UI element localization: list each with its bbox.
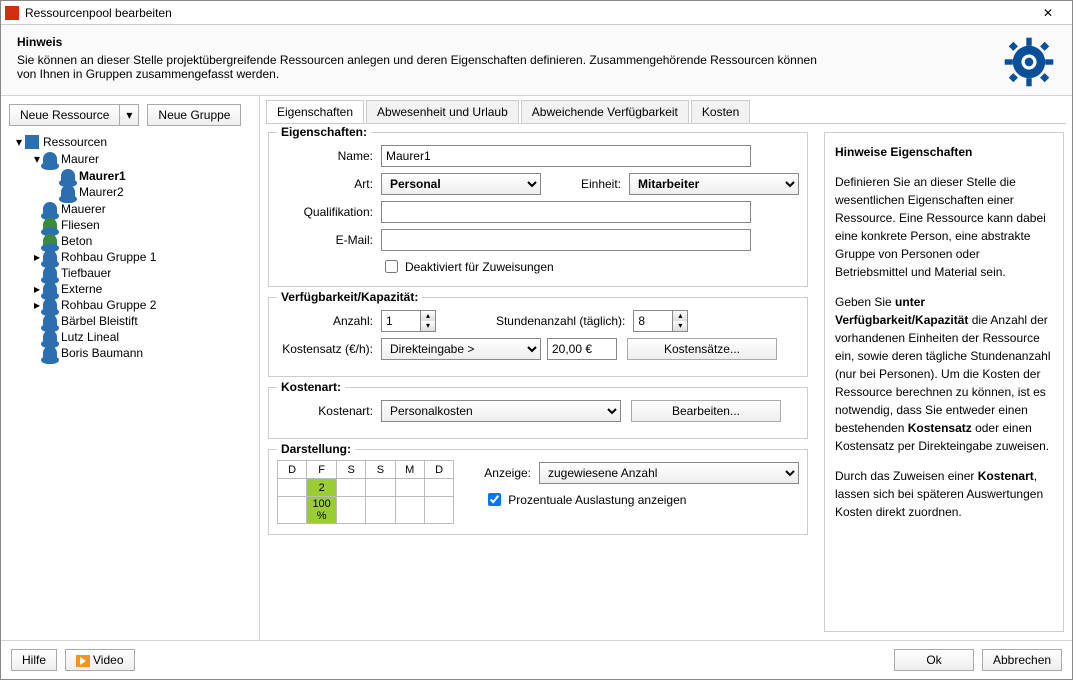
new-resource-button[interactable]: Neue Ressource <box>9 104 119 126</box>
btn-kostensaetze[interactable]: Kostensätze... <box>627 338 777 360</box>
cancel-button[interactable]: Abbrechen <box>982 649 1062 671</box>
tree-item[interactable]: Bärbel Bleistift <box>61 314 138 328</box>
section-kostenart: Kostenart: Kostenart: Personalkosten Bea… <box>268 387 808 439</box>
app-icon <box>5 6 19 20</box>
lbl-email: E-Mail: <box>277 233 373 247</box>
section-kapazitaet: Verfügbarkeit/Kapazität: Anzahl: ▴▾ Stun… <box>268 297 808 377</box>
chk-prozent[interactable] <box>488 493 501 506</box>
spinner-anzahl[interactable]: ▴▾ <box>421 310 436 332</box>
tab-eigenschaften[interactable]: Eigenschaften <box>266 100 364 123</box>
select-kostensatz-mode[interactable]: Direkteingabe > <box>381 338 541 360</box>
section-eigenschaften: Eigenschaften: Name: Art: Personal Einhe… <box>268 132 808 287</box>
tab-verfuegbarkeit[interactable]: Abweichende Verfügbarkeit <box>521 100 689 123</box>
new-resource-dropdown[interactable]: ▾ <box>119 104 139 126</box>
lbl-anzeige: Anzeige: <box>484 466 531 480</box>
tree-item[interactable]: Tiefbauer <box>61 266 111 280</box>
lbl-qualifikation: Qualifikation: <box>277 205 373 219</box>
close-icon[interactable]: ✕ <box>1028 6 1068 20</box>
person-icon <box>43 330 57 344</box>
video-button[interactable]: Video <box>65 649 134 671</box>
help-panel: Hinweise Eigenschaften Definieren Sie an… <box>824 132 1064 632</box>
select-anzeige[interactable]: zugewiesene Anzahl <box>539 462 799 484</box>
tree-item[interactable]: Rohbau Gruppe 2 <box>61 298 156 312</box>
lbl-prozent: Prozentuale Auslastung anzeigen <box>508 493 686 507</box>
person-icon <box>43 250 57 264</box>
tree-item[interactable]: Fliesen <box>61 218 100 232</box>
tree-item[interactable]: Externe <box>61 282 102 296</box>
tree-root[interactable]: Ressourcen <box>43 135 107 149</box>
header-heading: Hinweis <box>17 35 1056 49</box>
person-icon <box>43 202 57 216</box>
chk-deaktiviert[interactable] <box>385 260 398 273</box>
resource-tree[interactable]: ▾Ressourcen ▾Maurer Maurer1 Maurer2 Maue… <box>1 134 259 362</box>
lbl-name: Name: <box>277 149 373 163</box>
input-stunden[interactable] <box>633 310 673 332</box>
window-title: Ressourcenpool bearbeiten <box>25 6 172 20</box>
section-darstellung: Darstellung: DFSSMD 2 100 % <box>268 449 808 535</box>
play-icon <box>76 655 90 667</box>
select-kostenart[interactable]: Personalkosten <box>381 400 621 422</box>
help-p1: Definieren Sie an dieser Stelle die wese… <box>835 173 1053 281</box>
material-icon <box>43 234 57 248</box>
lbl-art: Art: <box>277 177 373 191</box>
tree-item[interactable]: Rohbau Gruppe 1 <box>61 250 156 264</box>
tree-item[interactable]: Maurer <box>61 152 99 166</box>
person-icon <box>61 185 75 199</box>
help-p3: Durch das Zuweisen einer Kostenart, lass… <box>835 467 1053 521</box>
ok-button[interactable]: Ok <box>894 649 974 671</box>
btn-bearbeiten[interactable]: Bearbeiten... <box>631 400 781 422</box>
select-einheit[interactable]: Mitarbeiter <box>629 173 799 195</box>
person-icon <box>43 298 57 312</box>
help-button[interactable]: Hilfe <box>11 649 57 671</box>
lbl-stunden: Stundenanzahl (täglich): <box>496 314 625 328</box>
person-icon <box>43 346 57 360</box>
material-icon <box>43 218 57 232</box>
tree-item[interactable]: Beton <box>61 234 92 248</box>
darstellung-table: DFSSMD 2 100 % <box>277 460 454 524</box>
new-group-button[interactable]: Neue Gruppe <box>147 104 241 126</box>
lbl-deaktiviert: Deaktiviert für Zuweisungen <box>405 260 554 274</box>
person-icon <box>43 152 57 166</box>
person-icon <box>61 169 75 183</box>
cell-percent: 100 % <box>307 497 337 524</box>
tree-item[interactable]: Lutz Lineal <box>61 330 119 344</box>
lbl-kostensatz: Kostensatz (€/h): <box>277 342 373 356</box>
input-name[interactable] <box>381 145 751 167</box>
tree-item[interactable]: Boris Baumann <box>61 346 143 360</box>
legend-props: Eigenschaften: <box>277 125 371 139</box>
gear-icon <box>1002 35 1056 92</box>
lbl-kostenart: Kostenart: <box>277 404 373 418</box>
help-p2: Geben Sie unter Verfügbarkeit/Kapazität … <box>835 293 1053 455</box>
person-icon <box>43 314 57 328</box>
select-art[interactable]: Personal <box>381 173 541 195</box>
spinner-stunden[interactable]: ▴▾ <box>673 310 688 332</box>
person-icon <box>43 282 57 296</box>
tab-abwesenheit[interactable]: Abwesenheit und Urlaub <box>366 100 519 123</box>
header-text: Sie können an dieser Stelle projektüberg… <box>17 53 837 81</box>
input-email[interactable] <box>381 229 751 251</box>
lbl-anzahl: Anzahl: <box>277 314 373 328</box>
input-kostensatz[interactable] <box>547 338 617 360</box>
help-title: Hinweise Eigenschaften <box>835 143 1053 161</box>
legend-darst: Darstellung: <box>277 442 355 456</box>
tree-item[interactable]: Mauerer <box>61 202 106 216</box>
input-anzahl[interactable] <box>381 310 421 332</box>
group-icon <box>25 135 39 149</box>
input-qualifikation[interactable] <box>381 201 751 223</box>
legend-cap: Verfügbarkeit/Kapazität: <box>277 290 422 304</box>
tab-kosten[interactable]: Kosten <box>691 100 750 123</box>
person-icon <box>43 266 57 280</box>
tree-item[interactable]: Maurer1 <box>79 169 126 183</box>
tree-item[interactable]: Maurer2 <box>79 185 124 199</box>
cell-count: 2 <box>307 479 337 497</box>
legend-kostenart: Kostenart: <box>277 380 345 394</box>
lbl-einheit: Einheit: <box>581 177 621 191</box>
